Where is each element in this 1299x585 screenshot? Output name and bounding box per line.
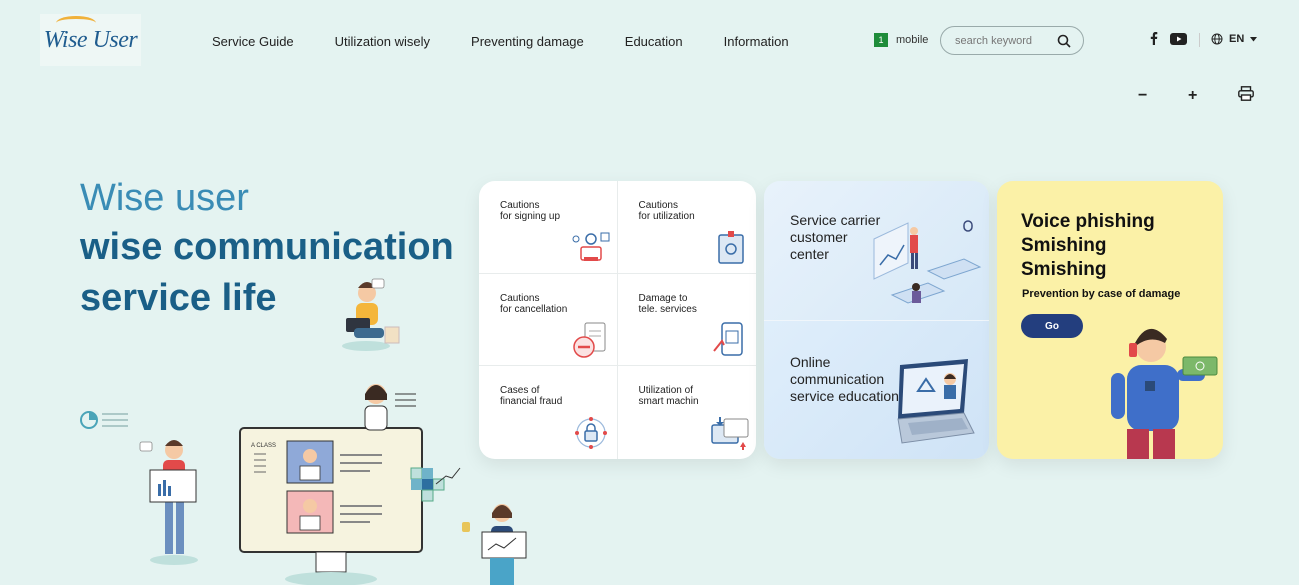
monitor-figure: A CLASS: [239, 427, 423, 585]
divider: [1199, 33, 1200, 47]
nav-education[interactable]: Education: [625, 34, 683, 49]
grid-item-label-2: tele. services: [638, 303, 697, 315]
signup-icon: [572, 232, 609, 261]
hero-illustration: A CLASS: [80, 278, 527, 585]
go-button[interactable]: Go: [1021, 314, 1083, 338]
phishing-card: Voice phishing Smishing Smishing Prevent…: [997, 181, 1223, 459]
phone-damage-icon: [713, 322, 743, 357]
phishing-title-line-3: Smishing: [1021, 259, 1107, 280]
grid-item-label-2: financial fraud: [500, 396, 563, 408]
grid-item-label-1: Cautions: [500, 292, 540, 304]
hero-line-1: Wise user: [80, 177, 249, 219]
language-select[interactable]: EN: [1211, 33, 1258, 45]
phishing-title-line-1: Voice phishing: [1021, 211, 1155, 232]
page-tools: − +: [1138, 86, 1288, 106]
language-label: EN: [1229, 33, 1245, 45]
phishing-subtitle: Prevention by case of damage: [1022, 288, 1181, 300]
phishing-title: Voice phishing Smishing Smishing: [1021, 210, 1155, 282]
zoom-out-button[interactable]: −: [1138, 87, 1188, 105]
search-icon[interactable]: [1057, 34, 1071, 48]
facebook-icon[interactable]: [1150, 32, 1158, 45]
grid-item-cancellation[interactable]: Cautions for cancellation: [479, 273, 618, 367]
phone-caller-illustration: [1111, 328, 1218, 459]
grid-item-signing-up[interactable]: Cautions for signing up: [479, 181, 618, 274]
guide-grid-card: Cautions for signing up Cautions for uti…: [479, 181, 756, 459]
nav-utilization-wisely[interactable]: Utilization wisely: [335, 34, 430, 49]
smart-machine-icon: [711, 416, 749, 450]
grid-item-utilization[interactable]: Cautions for utilization: [617, 181, 756, 274]
print-button[interactable]: [1238, 86, 1288, 106]
pie-chart-icon: [80, 411, 128, 429]
logo-text: Wise User: [43, 26, 138, 53]
nav-service-guide[interactable]: Service Guide: [212, 34, 294, 49]
phishing-title-line-2: Smishing: [1021, 235, 1107, 256]
person-presenter-figure: [462, 504, 527, 585]
person-top-figure: [364, 384, 416, 431]
mobile-link[interactable]: 1 mobile: [874, 33, 928, 47]
mobile-badge: 1: [874, 33, 888, 47]
chevron-down-icon: [1250, 36, 1258, 41]
grid-item-label-1: Cautions: [638, 200, 678, 211]
grid-item-label-1: Utilization of: [638, 385, 693, 397]
nav-preventing-damage[interactable]: Preventing damage: [471, 34, 584, 49]
customer-center-link[interactable]: Service carrier customer center: [764, 181, 989, 320]
zoom-in-button[interactable]: +: [1188, 87, 1238, 105]
social-links: [1150, 32, 1187, 45]
person-board-figure: [139, 440, 198, 565]
grid-item-smart-machine[interactable]: Utilization of smart machin: [618, 366, 757, 459]
main-nav: Service Guide Utilization wisely Prevent…: [212, 34, 830, 49]
grid-item-label-2: for signing up: [500, 211, 561, 222]
grid-item-label-1: Damage to: [638, 292, 688, 304]
service-card: Service carrier customer center Online c…: [764, 181, 989, 459]
print-icon: [1238, 86, 1254, 101]
grid-item-label-2: smart machin: [638, 396, 699, 408]
grid-item-financial-fraud[interactable]: Cases of financial fraud: [479, 366, 618, 459]
nav-information[interactable]: Information: [724, 34, 789, 49]
grid-item-label-2: for cancellation: [500, 303, 568, 315]
youtube-icon[interactable]: [1170, 32, 1187, 45]
mobile-label: mobile: [896, 34, 929, 46]
grid-item-label-2: for utilization: [638, 211, 695, 222]
grid-item-label-1: Cases of: [500, 385, 540, 397]
grid-item-damage[interactable]: Damage to tele. services: [617, 274, 756, 367]
search-box: [940, 26, 1084, 55]
globe-icon: [1211, 33, 1223, 45]
screen-label: A CLASS: [251, 443, 276, 449]
document-icon: [718, 230, 744, 264]
logo[interactable]: Wise User: [40, 14, 141, 66]
grid-item-label-1: Cautions: [500, 200, 540, 211]
lock-icon: [574, 416, 607, 449]
office-illustration: [873, 220, 982, 304]
laptop-illustration: [897, 359, 975, 444]
online-education-link[interactable]: Online communication service education: [764, 320, 989, 459]
person-laptop-figure: [342, 278, 400, 351]
hero-line-2: wise communication: [80, 226, 454, 268]
search-input[interactable]: [955, 34, 1055, 47]
cancel-icon: [572, 322, 605, 359]
